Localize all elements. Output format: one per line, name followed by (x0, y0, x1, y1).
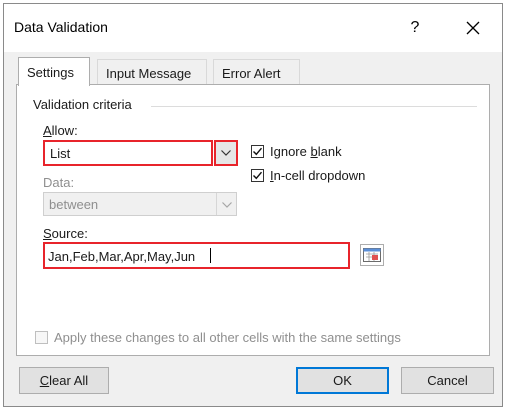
ignore-blank-checkbox[interactable] (251, 145, 264, 158)
incell-dropdown-checkbox[interactable] (251, 169, 264, 182)
window-title: Data Validation (14, 19, 108, 35)
checkmark-icon (253, 171, 263, 180)
tab-label: Input Message (106, 66, 192, 81)
source-label-text: ource: (51, 226, 88, 241)
chevron-down-icon (221, 150, 231, 156)
help-icon: ? (410, 19, 420, 36)
clear-all-text: lear All (49, 373, 89, 388)
tab-error-alert[interactable]: Error Alert (213, 59, 300, 84)
data-validation-dialog: Data Validation ? Settings Input Message… (3, 3, 503, 407)
help-button[interactable]: ? (400, 14, 430, 42)
clear-all-accesskey: C (39, 373, 50, 388)
title-bar: Data Validation ? (4, 4, 502, 52)
group-divider (151, 106, 477, 107)
clear-all-button[interactable]: Clear All (19, 367, 109, 394)
ignore-blank-label[interactable]: Ignore blank (270, 144, 342, 159)
close-icon (466, 21, 480, 35)
data-combo[interactable]: between (43, 192, 237, 216)
apply-all-checkbox[interactable] (35, 331, 48, 344)
data-value: between (49, 197, 99, 212)
allow-label-text: llow: (51, 123, 78, 138)
incell-dropdown-text: n-cell dropdown (273, 168, 366, 183)
settings-panel: Validation criteria Allow: List Ignore b… (16, 84, 490, 356)
ignore-blank-accesskey: b (310, 144, 318, 159)
source-value: Jan,Feb,Mar,Apr,May,Jun (48, 249, 196, 264)
group-title: Validation criteria (33, 97, 136, 112)
allow-combo[interactable]: List (43, 140, 213, 166)
ignore-blank-text: Ignore (270, 144, 311, 159)
apply-all-label: Apply these changes to all other cells w… (54, 330, 401, 345)
source-input[interactable]: Jan,Feb,Mar,Apr,May,Jun (43, 242, 350, 269)
tab-label: Settings (27, 65, 74, 80)
ok-button[interactable]: OK (296, 367, 389, 394)
checkmark-icon (253, 147, 263, 156)
tab-input-message[interactable]: Input Message (97, 59, 207, 84)
incell-dropdown-label[interactable]: In-cell dropdown (270, 168, 365, 183)
ignore-blank-text-end: lank (317, 144, 342, 159)
allow-label: Allow: (43, 123, 78, 138)
close-button[interactable] (456, 14, 490, 42)
cancel-button[interactable]: Cancel (401, 367, 494, 394)
allow-label-accesskey: A (43, 123, 52, 138)
chevron-down-icon (222, 202, 232, 208)
source-label: Source: (43, 226, 88, 241)
tab-settings[interactable]: Settings (18, 57, 90, 86)
range-selector-icon (363, 248, 381, 262)
source-label-accesskey: S (43, 226, 52, 241)
range-selector-button[interactable] (360, 244, 384, 266)
allow-value: List (50, 146, 71, 161)
allow-dropdown-button[interactable] (214, 140, 238, 166)
data-label: Data: (43, 175, 75, 190)
tab-label: Error Alert (222, 66, 281, 81)
combo-divider (216, 193, 217, 215)
text-cursor (210, 248, 211, 263)
